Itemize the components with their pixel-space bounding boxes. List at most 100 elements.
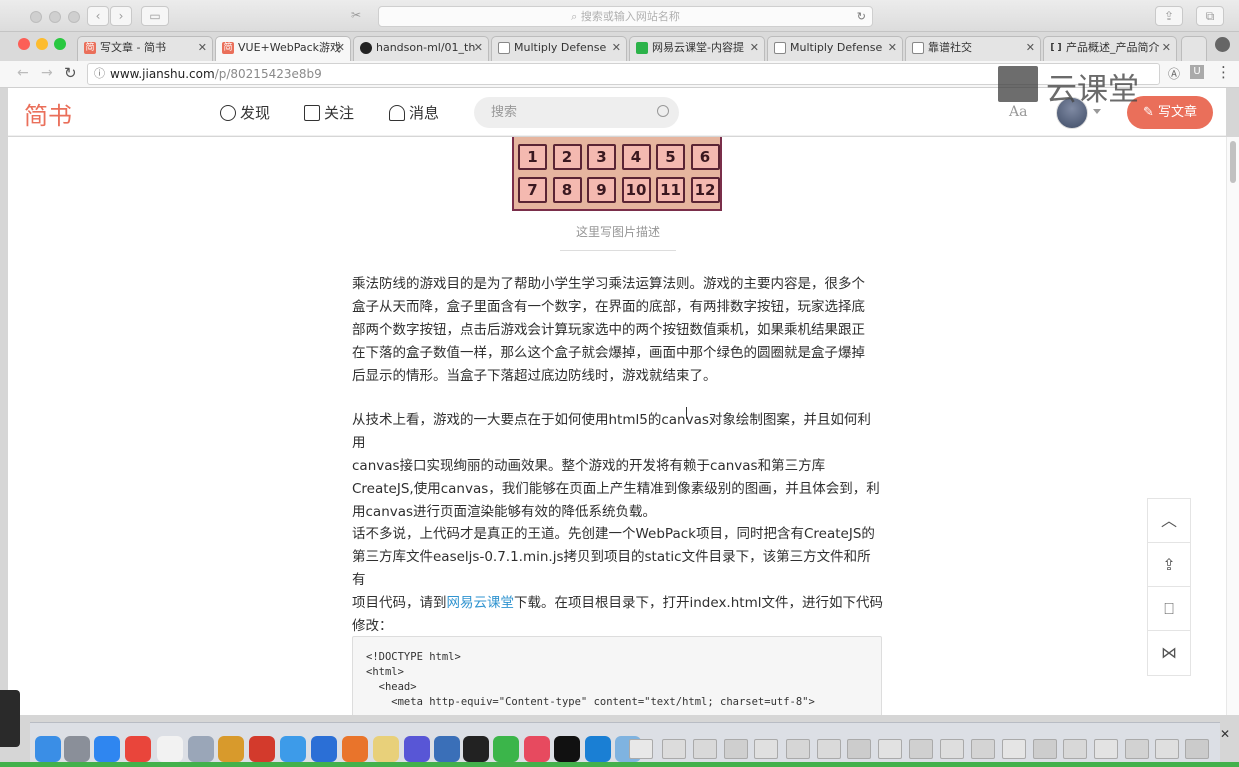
dock-app-icon[interactable] <box>1033 739 1057 759</box>
dock-app-icon[interactable] <box>35 736 61 762</box>
dock-app-icon[interactable] <box>404 736 430 762</box>
bookmark-button[interactable]: ⎕ <box>1148 587 1190 631</box>
share-button[interactable]: ⋈ <box>1148 631 1190 675</box>
back-arrow-icon[interactable]: ← <box>17 65 29 81</box>
dock-app-icon[interactable] <box>218 736 244 762</box>
tab-7[interactable]: [ ] 产品概述_产品简介 ✕ <box>1043 36 1177 61</box>
recording-bar <box>0 762 1239 767</box>
close-window-button[interactable] <box>18 38 30 50</box>
info-icon[interactable]: ⓘ <box>94 64 105 84</box>
forward-arrow-icon[interactable]: → <box>41 65 53 81</box>
dock-app-icon[interactable] <box>662 739 686 759</box>
minimize-window-button[interactable] <box>36 38 48 50</box>
safari-zoom-button[interactable] <box>68 11 80 23</box>
extension-u-icon[interactable]: U <box>1190 65 1204 79</box>
dock-app-icon[interactable] <box>847 739 871 759</box>
dock-app-icon[interactable] <box>585 736 611 762</box>
site-logo[interactable]: 简书 <box>24 96 72 131</box>
dock-app-icon[interactable] <box>373 736 399 762</box>
dock-app-icon[interactable] <box>786 739 810 759</box>
jianshu-icon: 简 <box>84 42 96 54</box>
dock-app-icon[interactable] <box>125 736 151 762</box>
close-icon[interactable]: ✕ <box>1220 727 1230 741</box>
reload-icon[interactable]: ↻ <box>64 64 77 82</box>
scrollbar-thumb[interactable] <box>1230 141 1236 183</box>
back-to-top-button[interactable]: ︿ <box>1148 499 1190 543</box>
dock-app-icon[interactable] <box>280 736 306 762</box>
close-icon[interactable]: ✕ <box>1162 37 1171 59</box>
tab-6[interactable]: 靠谱社交 ✕ <box>905 36 1041 61</box>
dock-app-icon[interactable] <box>1155 739 1179 759</box>
scrollbar[interactable] <box>1226 137 1239 715</box>
tab-0[interactable]: 简写文章 - 简书 ✕ <box>77 36 213 61</box>
new-tab-button[interactable] <box>1181 36 1207 61</box>
dock-app-icon[interactable] <box>940 739 964 759</box>
code-block: <!DOCTYPE html> <html> <head> <meta http-… <box>352 636 882 715</box>
dock-app-icon[interactable] <box>1125 739 1149 759</box>
tab-title: Multiply Defense <box>514 41 607 54</box>
close-icon[interactable]: ✕ <box>198 37 207 59</box>
chevron-down-icon[interactable] <box>1093 109 1101 114</box>
dock-app-icon[interactable] <box>157 736 183 762</box>
zoom-window-button[interactable] <box>54 38 66 50</box>
search-input[interactable]: 搜索 <box>474 97 679 128</box>
dock-app-icon[interactable] <box>971 739 995 759</box>
image-caption: 这里写图片描述 <box>575 225 660 239</box>
dock-app-icon[interactable] <box>524 736 550 762</box>
dock-app-icon[interactable] <box>909 739 933 759</box>
reload-icon[interactable]: ↻ <box>857 7 866 26</box>
dock-app-icon[interactable] <box>311 736 337 762</box>
share-out-button[interactable]: ⇪ <box>1148 543 1190 587</box>
netease-link[interactable]: 网易云课堂 <box>447 595 515 611</box>
dock-app-icon[interactable] <box>64 736 90 762</box>
dock-app-icon[interactable] <box>1185 739 1209 759</box>
dock-app-icon[interactable] <box>249 736 275 762</box>
close-icon[interactable]: ✕ <box>888 37 897 59</box>
close-icon[interactable]: ✕ <box>750 37 759 59</box>
nav-follow[interactable]: 关注 <box>304 102 354 123</box>
dock-app-icon[interactable] <box>188 736 214 762</box>
dock-app-icon[interactable] <box>1002 739 1026 759</box>
safari-forward-button[interactable]: › <box>110 6 132 26</box>
nav-messages[interactable]: 消息 <box>389 102 439 123</box>
safari-sidebar-button[interactable]: ▭ <box>141 6 169 26</box>
dock-app-icon[interactable] <box>878 739 902 759</box>
dock-app-icon[interactable] <box>1063 739 1087 759</box>
number-box: 2 <box>552 144 582 170</box>
profile-icon[interactable] <box>1215 37 1230 52</box>
safari-minimize-button[interactable] <box>49 11 61 23</box>
dock-app-icon[interactable] <box>754 739 778 759</box>
close-icon[interactable]: ✕ <box>474 37 483 59</box>
safari-share-button[interactable]: ⇪ <box>1155 6 1183 26</box>
font-size-button[interactable]: Aa <box>1009 104 1027 120</box>
tab-3[interactable]: Multiply Defense ✕ <box>491 36 627 61</box>
dock-app-icon[interactable] <box>629 739 653 759</box>
dock-app-icon[interactable] <box>94 736 120 762</box>
extension-icon[interactable]: Ⓐ <box>1168 65 1180 82</box>
tab-5[interactable]: Multiply Defense ✕ <box>767 36 903 61</box>
dock-app-icon[interactable] <box>817 739 841 759</box>
dock-app-icon[interactable] <box>493 736 519 762</box>
dock-app-icon[interactable] <box>693 739 717 759</box>
search-icon[interactable] <box>657 105 669 117</box>
tab-4[interactable]: 网易云课堂-内容提 ✕ <box>629 36 765 61</box>
dock-app-icon[interactable] <box>463 736 489 762</box>
safari-back-button[interactable]: ‹ <box>87 6 109 26</box>
dock-app-icon[interactable] <box>724 739 748 759</box>
dock-app-icon[interactable] <box>1094 739 1118 759</box>
dock-app-icon[interactable] <box>554 736 580 762</box>
nav-discover[interactable]: 发现 <box>220 102 270 123</box>
bell-icon <box>389 105 405 121</box>
safari-address-field[interactable]: ⌕ 搜索或输入网站名称 ↻ <box>378 6 873 27</box>
dock-app-icon[interactable] <box>434 736 460 762</box>
safari-reader-icon[interactable]: ✂ <box>343 6 369 26</box>
close-icon[interactable]: ✕ <box>612 37 621 59</box>
menu-icon[interactable]: ⋮ <box>1216 63 1231 81</box>
safari-close-button[interactable] <box>30 11 42 23</box>
tab-2[interactable]: handson-ml/01_th ✕ <box>353 36 489 61</box>
dock-app-icon[interactable] <box>342 736 368 762</box>
close-icon[interactable]: ✕ <box>1026 37 1035 59</box>
close-icon[interactable]: ✕ <box>336 37 345 59</box>
safari-tabs-button[interactable]: ⧉ <box>1196 6 1224 26</box>
tab-1[interactable]: 简 VUE+WebPack游戏 ✕ <box>215 36 351 61</box>
